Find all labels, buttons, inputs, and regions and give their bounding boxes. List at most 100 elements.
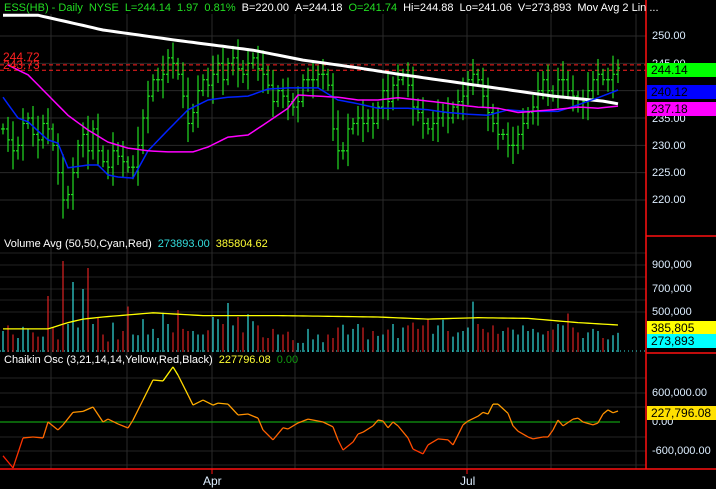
- price-bar: [366, 109, 370, 133]
- chaikin-tick: 600,000.00: [652, 387, 708, 399]
- chaikin-segment: [427, 438, 439, 446]
- chaikin-segment: [507, 413, 514, 427]
- price-tick: 230.00: [652, 140, 686, 152]
- price-bar: [66, 185, 70, 209]
- chaikin-value: 227796.08: [218, 354, 271, 366]
- chaikin-segment: [557, 419, 564, 427]
- price-bar: [141, 109, 145, 155]
- chaikin-segment: [352, 433, 359, 443]
- moving-averages: [2, 13, 619, 179]
- price-bar: [406, 62, 410, 98]
- chaikin-segment: [57, 424, 64, 431]
- volume-tick: 900,000: [652, 259, 692, 271]
- price-bar: [166, 49, 170, 84]
- chaikin-tick: -600,000.00: [652, 445, 711, 457]
- price-bar: [91, 120, 95, 160]
- chaikin-segment: [272, 427, 284, 441]
- price-bar: [271, 69, 275, 117]
- bid: B=220.00: [241, 2, 290, 14]
- price-bar: [356, 105, 360, 136]
- chaikin-segment: [572, 417, 579, 420]
- x-label-apr: Apr: [203, 474, 222, 488]
- chaikin-segment: [482, 411, 489, 415]
- chaikin-segment: [372, 419, 379, 427]
- price-bar: [71, 157, 75, 210]
- price-bar: [216, 54, 220, 84]
- chaikin-segment: [127, 419, 134, 429]
- chaikin-segment: [142, 379, 154, 401]
- price-bar: [576, 90, 580, 113]
- price-bar: [86, 115, 90, 170]
- chaikin-segment: [612, 410, 619, 414]
- price-bar: [346, 113, 350, 167]
- price-bar: [531, 95, 535, 125]
- change-pct: 0.81%: [204, 2, 236, 14]
- chaikin-segment: [342, 441, 354, 451]
- price-bar: [341, 142, 345, 160]
- volume-title: Volume Avg (50,50,Cyan,Red): [4, 238, 152, 250]
- volume-avg-value: 385804.62: [215, 238, 268, 250]
- chaikin-segment: [42, 421, 49, 439]
- chaikin-tag: 227,796.08: [647, 406, 716, 420]
- price-bar: [441, 103, 445, 127]
- price-bar: [566, 70, 570, 100]
- chaikin-segment: [82, 406, 94, 412]
- chaikin-segment: [152, 379, 164, 382]
- chaikin-segment: [192, 399, 204, 406]
- price-bar: [176, 57, 180, 80]
- ma-blue-line: [2, 87, 619, 179]
- chaikin-segment: [2, 455, 14, 469]
- price-bar: [511, 126, 515, 164]
- chaikin-segment: [592, 422, 599, 426]
- volume-header: Volume Avg (50,50,Cyan,Red) 273893.00 3858…: [4, 238, 274, 250]
- chaikin-segment: [397, 425, 409, 439]
- price-bar: [326, 68, 330, 91]
- chaikin-segment: [162, 366, 174, 382]
- chaikin-segment: [132, 399, 144, 421]
- price-bar: [1, 123, 5, 135]
- price-bar: [561, 61, 565, 99]
- price-bar: [136, 126, 140, 186]
- price-bar: [161, 55, 165, 99]
- price-bar: [436, 99, 440, 143]
- price-header: ESS(HB) - Daily NYSE L=244.14 1.97 0.81% B=22…: [4, 2, 665, 14]
- price-bar: [286, 77, 290, 121]
- chaikin-segment: [322, 421, 334, 428]
- chaikin-segment: [422, 444, 429, 455]
- volume-tag: 273,893: [647, 334, 716, 348]
- price-bar: [481, 67, 485, 109]
- price-bar: [386, 72, 390, 121]
- chaikin-segment: [467, 415, 479, 422]
- chaikin-segment: [517, 430, 529, 438]
- price-bar: [601, 68, 605, 86]
- price-bar: [476, 68, 480, 86]
- price-tick: 225.00: [652, 167, 686, 179]
- price-bar: [551, 85, 555, 102]
- price-bar: [521, 108, 525, 150]
- chaikin-segment: [452, 424, 464, 446]
- price-bar: [151, 74, 155, 102]
- chaikin-segment: [257, 417, 264, 431]
- chaikin-segment: [187, 394, 194, 406]
- chaikin-segment: [212, 402, 219, 406]
- chaikin-segment: [72, 410, 84, 413]
- ask: A=244.18: [295, 2, 343, 14]
- chaikin-segment: [602, 409, 609, 415]
- chaikin-segment: [497, 403, 509, 414]
- price-bar: [516, 125, 520, 155]
- price-bar: [146, 80, 150, 134]
- price-bar: [281, 78, 285, 109]
- high: Hi=244.88: [403, 2, 454, 14]
- chaikin-segment: [282, 427, 289, 430]
- price-bar: [556, 67, 560, 109]
- ma-blue-tag: 240.12: [647, 85, 716, 99]
- chaikin-segment: [447, 439, 454, 446]
- price-bar: [201, 74, 205, 97]
- last-price: L=244.14: [124, 2, 171, 14]
- price-bars: [1, 39, 620, 219]
- volume-tick: 500,000: [652, 306, 692, 318]
- price-bar: [16, 136, 20, 160]
- chaikin-segment: [437, 438, 449, 441]
- price-bar: [61, 154, 65, 219]
- price-bar: [331, 73, 335, 141]
